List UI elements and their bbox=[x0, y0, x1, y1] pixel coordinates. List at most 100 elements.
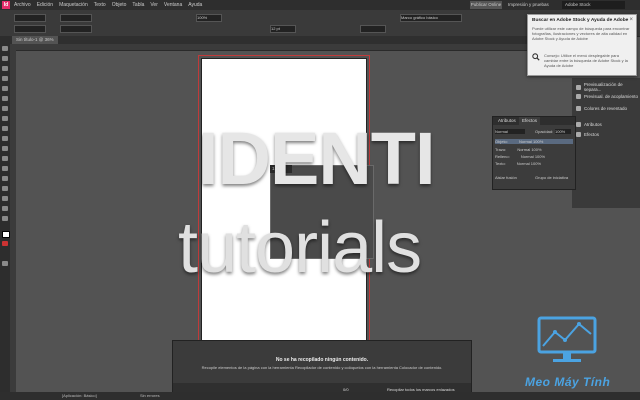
publish-online-button[interactable]: Publicar Online bbox=[470, 1, 502, 9]
popup-tip: Consejo: Utilice el menú desplegable par… bbox=[544, 53, 628, 68]
pencil-tool-icon[interactable] bbox=[2, 126, 8, 131]
right-panel-dock: Previsualización de separa... Previsual.… bbox=[572, 78, 640, 208]
brand-name: Meo Máy Tính bbox=[525, 375, 611, 389]
indesign-logo-icon: Id bbox=[2, 1, 10, 9]
effects-tabs: Atributos Efectos bbox=[493, 117, 575, 125]
isolate-blending-checkbox[interactable]: Aislar fusión bbox=[495, 175, 517, 180]
menu-items: Archivo Edición Maquetación Texto Objeto… bbox=[14, 0, 202, 10]
content-collector-panel: No se ha recopilado ningún contenido. Re… bbox=[172, 340, 472, 398]
menu-objeto[interactable]: Objeto bbox=[112, 0, 127, 10]
font-size-field[interactable]: 12 pt bbox=[270, 25, 296, 33]
gradient-tool-icon[interactable] bbox=[2, 176, 8, 181]
line-tool-icon[interactable] bbox=[2, 106, 8, 111]
rectangle-tool-icon[interactable] bbox=[2, 146, 8, 151]
menu-bar: Id Archivo Edición Maquetación Texto Obj… bbox=[0, 0, 640, 10]
pen-tool-icon[interactable] bbox=[2, 116, 8, 121]
screen-mode-icon[interactable] bbox=[2, 261, 8, 266]
monitor-logo-icon bbox=[537, 316, 597, 362]
flattener-icon bbox=[576, 94, 581, 99]
tab-attributes[interactable]: Atributos bbox=[495, 117, 519, 125]
vertical-ruler bbox=[10, 50, 16, 392]
direct-selection-tool-icon[interactable] bbox=[2, 56, 8, 61]
zoom-tool-icon[interactable] bbox=[2, 216, 8, 221]
opacity-label: Opacidad: bbox=[535, 129, 554, 134]
page-tool-icon[interactable] bbox=[2, 66, 8, 71]
menu-tabla[interactable]: Tabla bbox=[132, 0, 144, 10]
collector-heading: No se ha recopilado ningún contenido. bbox=[275, 357, 369, 363]
row-value: Normal 100% bbox=[516, 161, 542, 166]
fill-swatch-icon[interactable] bbox=[2, 231, 10, 238]
popup-title: Buscar en Adobe Stock y Ayuda de Adobe bbox=[532, 18, 629, 23]
panel-label: Colores de reventado bbox=[584, 106, 628, 111]
note-tool-icon[interactable] bbox=[2, 186, 8, 191]
stroke-weight-field[interactable] bbox=[360, 25, 386, 33]
preflight-style[interactable]: [Aplicación: Básico] bbox=[62, 392, 97, 400]
stock-search-input[interactable]: Adobe Stock bbox=[562, 1, 625, 9]
menu-archivo[interactable]: Archivo bbox=[14, 0, 31, 10]
eyedropper-tool-icon[interactable] bbox=[2, 196, 8, 201]
panel-separations-preview[interactable]: Previsualización de separa... bbox=[576, 82, 640, 92]
panel-label: Previsualización de separa... bbox=[583, 82, 623, 92]
trap-icon bbox=[576, 106, 581, 111]
height-field[interactable] bbox=[60, 25, 92, 33]
tab-effects[interactable]: Efectos bbox=[519, 117, 541, 125]
menu-texto[interactable]: Texto bbox=[94, 0, 106, 10]
stroke-swatch-icon[interactable] bbox=[2, 241, 8, 246]
opacity-field[interactable]: 100% bbox=[555, 129, 571, 134]
y-field[interactable] bbox=[14, 25, 46, 33]
tab-document[interactable]: Sin título-1 @ 36% bbox=[12, 36, 58, 44]
workspace-switcher[interactable]: Impresión y pruebas bbox=[508, 1, 558, 9]
zoom-field[interactable]: 100% bbox=[196, 14, 222, 22]
menu-ver[interactable]: Ver bbox=[150, 0, 158, 10]
fx-icon bbox=[576, 132, 581, 137]
effects-row-stroke[interactable]: Trazo: Normal 100% bbox=[495, 147, 542, 152]
preflight-errors: Sin errores bbox=[140, 393, 160, 398]
scissors-tool-icon[interactable] bbox=[2, 156, 8, 161]
row-value: Normal 100% bbox=[519, 139, 544, 144]
status-bar: [Aplicación: Básico] Sin errores bbox=[0, 392, 640, 400]
panel-label: Previsual. de acoplamiento bbox=[584, 94, 639, 99]
selection-tool-icon[interactable] bbox=[2, 46, 8, 51]
menu-edicion[interactable]: Edición bbox=[37, 0, 53, 10]
panel-label: Atributos bbox=[584, 122, 602, 127]
effects-row-text[interactable]: Texto: Normal 100% bbox=[495, 161, 541, 166]
rectangle-frame-tool-icon[interactable] bbox=[2, 136, 8, 141]
row-name: Relleno: bbox=[495, 154, 510, 159]
blend-mode-select[interactable]: Normal bbox=[495, 129, 525, 134]
search-icon bbox=[532, 53, 540, 61]
object-style-field[interactable]: Marco gráfico básico bbox=[400, 14, 462, 22]
watermark-line1: IDENTI bbox=[198, 117, 436, 200]
row-name: Trazo: bbox=[495, 147, 507, 152]
panel-trap-presets[interactable]: Colores de reventado bbox=[576, 106, 627, 111]
watermark-line2: tutorials bbox=[178, 208, 422, 288]
collector-subtext: Recopile elementos de la página con la h… bbox=[201, 365, 443, 370]
menu-maquetacion[interactable]: Maquetación bbox=[59, 0, 88, 10]
content-collector-icon[interactable] bbox=[2, 86, 8, 91]
effects-row-object[interactable]: Objeto: Normal 100% bbox=[495, 139, 573, 144]
panel-label: Efectos bbox=[584, 132, 600, 137]
panel-flattener-preview[interactable]: Previsual. de acoplamiento bbox=[576, 94, 638, 99]
menu-ventana[interactable]: Ventana bbox=[164, 0, 182, 10]
separations-icon bbox=[576, 84, 581, 90]
knockout-group-checkbox[interactable]: Grupo de iniciativa bbox=[535, 175, 568, 180]
attributes-icon bbox=[576, 122, 581, 127]
row-name: Objeto: bbox=[495, 139, 508, 144]
effects-row-fill[interactable]: Relleno: Normal 100% bbox=[495, 154, 545, 159]
panel-effects[interactable]: Efectos bbox=[576, 132, 599, 137]
panel-attributes[interactable]: Atributos bbox=[576, 122, 602, 127]
x-field[interactable] bbox=[14, 14, 46, 22]
row-name: Texto: bbox=[495, 161, 506, 166]
tools-panel bbox=[0, 36, 10, 392]
gap-tool-icon[interactable] bbox=[2, 76, 8, 81]
horizontal-ruler bbox=[10, 44, 565, 51]
row-value: Normal 100% bbox=[520, 154, 546, 159]
width-field[interactable] bbox=[60, 14, 92, 22]
effects-panel: Atributos Efectos Normal Opacidad: 100% … bbox=[492, 116, 576, 190]
stock-search-popup: Buscar en Adobe Stock y Ayuda de Adobe ×… bbox=[527, 14, 637, 76]
free-transform-tool-icon[interactable] bbox=[2, 166, 8, 171]
menu-ayuda[interactable]: Ayuda bbox=[188, 0, 202, 10]
popup-description: Puede utilizar este campo de búsqueda pa… bbox=[532, 26, 630, 41]
type-tool-icon[interactable] bbox=[2, 96, 8, 101]
hand-tool-icon[interactable] bbox=[2, 206, 8, 211]
close-icon[interactable]: × bbox=[629, 17, 633, 23]
